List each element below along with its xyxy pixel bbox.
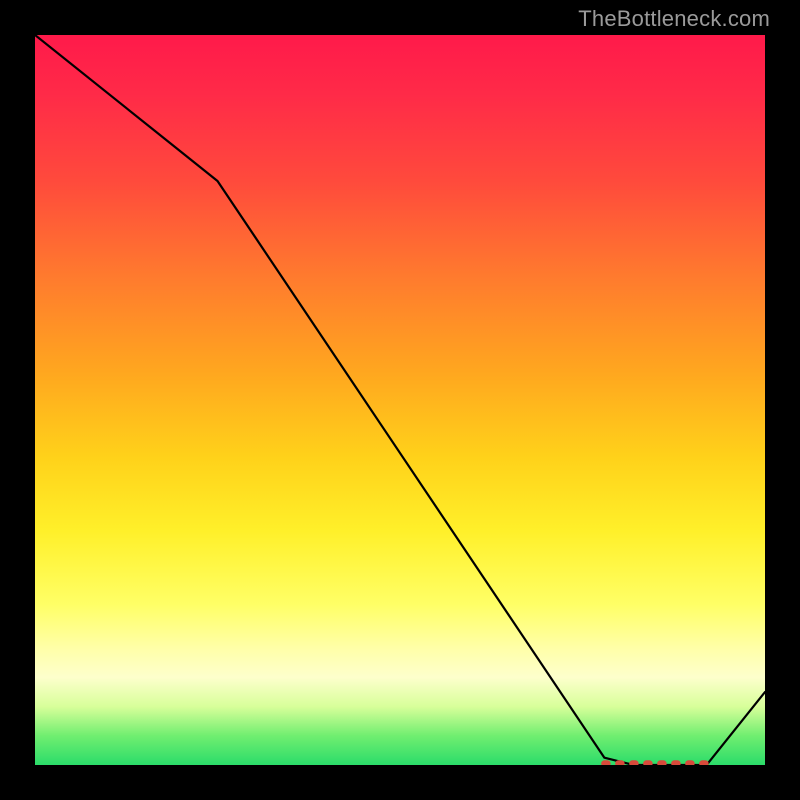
plot-area bbox=[35, 35, 765, 765]
chart-frame: TheBottleneck.com bbox=[0, 0, 800, 800]
watermark-text: TheBottleneck.com bbox=[578, 6, 770, 32]
bottleneck-curve bbox=[35, 35, 765, 765]
chart-overlay bbox=[35, 35, 765, 765]
